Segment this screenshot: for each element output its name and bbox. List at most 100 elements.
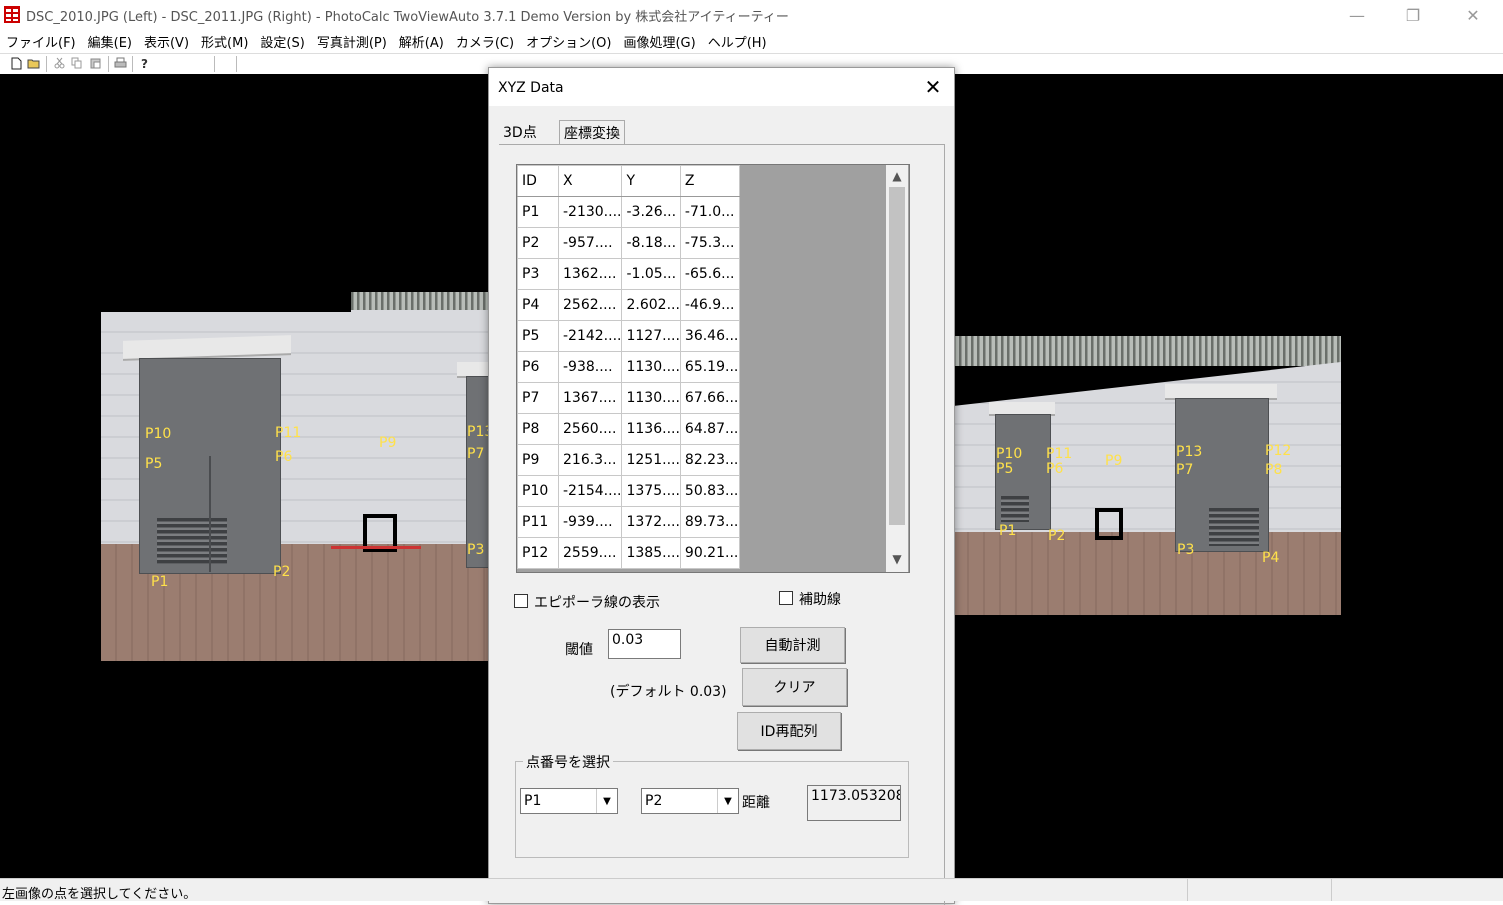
- table-row[interactable]: P1 -2130.... -3.26... -71.0...: [517, 196, 740, 228]
- cell-x[interactable]: 2562....: [557, 289, 623, 321]
- point-label[interactable]: P2: [273, 564, 290, 580]
- cell-y[interactable]: 2.602...: [621, 289, 681, 321]
- table-row[interactable]: P7 1367.... 1130.... 67.66...: [517, 382, 740, 414]
- close-button[interactable]: ✕: [1450, 0, 1496, 30]
- right-photo[interactable]: P10 P5 P11 P6 P9 P13 P7 P12 P8 P1 P2 P3 …: [953, 336, 1341, 615]
- cell-id[interactable]: P6: [517, 351, 559, 383]
- menu-options[interactable]: オプション(O): [520, 32, 617, 51]
- menu-image-processing[interactable]: 画像処理(G): [617, 32, 701, 51]
- chevron-down-icon[interactable]: ▼: [717, 789, 738, 813]
- point-label[interactable]: P11: [1046, 446, 1072, 462]
- point-label[interactable]: P7: [467, 446, 484, 462]
- cell-x[interactable]: 1362....: [557, 258, 623, 290]
- left-photo[interactable]: P10 P5 P11 P6 P9 P13 P7 P1 P2 P3: [101, 292, 491, 661]
- dialog-title-bar[interactable]: XYZ Data ✕: [489, 68, 954, 106]
- cell-x[interactable]: 216.3...: [557, 444, 623, 476]
- copy-icon[interactable]: [70, 56, 84, 70]
- cell-z[interactable]: -46.9...: [679, 289, 740, 321]
- cell-x[interactable]: 2560....: [557, 413, 623, 445]
- table-row[interactable]: P8 2560.... 1136.... 64.87...: [517, 413, 740, 445]
- table-row[interactable]: P6 -938.... 1130.... 65.19...: [517, 351, 740, 383]
- tab-coordinate-transform[interactable]: 座標変換: [559, 120, 625, 145]
- cell-y[interactable]: 1130....: [621, 382, 681, 414]
- table-row[interactable]: P5 -2142.... 1127.... 36.46...: [517, 320, 740, 352]
- print-icon[interactable]: [113, 56, 127, 70]
- cell-x[interactable]: -2142....: [557, 320, 623, 352]
- cell-id[interactable]: P5: [517, 320, 559, 352]
- cell-id[interactable]: P10: [517, 475, 559, 507]
- cell-x[interactable]: 2559....: [557, 537, 623, 569]
- point-label[interactable]: P1: [999, 523, 1016, 539]
- cell-id[interactable]: P1: [517, 196, 559, 228]
- menu-analysis[interactable]: 解析(A): [393, 32, 450, 51]
- cell-y[interactable]: 1385....: [621, 537, 681, 569]
- cell-id[interactable]: P7: [517, 382, 559, 414]
- column-header-x[interactable]: X: [557, 165, 623, 197]
- cell-z[interactable]: 89.73...: [679, 506, 740, 538]
- point-label[interactable]: P12: [1265, 443, 1291, 459]
- cell-id[interactable]: P9: [517, 444, 559, 476]
- table-row[interactable]: P11 -939.... 1372.... 89.73...: [517, 506, 740, 538]
- point-label[interactable]: P9: [379, 435, 396, 451]
- cell-x[interactable]: -2130....: [557, 196, 623, 228]
- cell-z[interactable]: 67.66...: [679, 382, 740, 414]
- point-label[interactable]: P4: [1262, 550, 1279, 566]
- grid-scrollbar[interactable]: ▲ ▼: [886, 165, 908, 572]
- cell-x[interactable]: -957....: [557, 227, 623, 259]
- point-label[interactable]: P3: [467, 542, 484, 558]
- column-header-y[interactable]: Y: [621, 165, 681, 197]
- cell-id[interactable]: P12: [517, 537, 559, 569]
- cell-y[interactable]: -3.26...: [621, 196, 681, 228]
- clear-button[interactable]: クリア: [742, 668, 847, 706]
- cell-y[interactable]: 1136....: [621, 413, 681, 445]
- new-file-icon[interactable]: [9, 56, 23, 70]
- point-label[interactable]: P13: [1176, 444, 1202, 460]
- dialog-close-icon[interactable]: ✕: [917, 74, 949, 100]
- cell-x[interactable]: -2154....: [557, 475, 623, 507]
- minimize-button[interactable]: —: [1334, 0, 1380, 30]
- cell-x[interactable]: 1367....: [557, 382, 623, 414]
- cell-id[interactable]: P8: [517, 413, 559, 445]
- menu-help[interactable]: ヘルプ(H): [702, 32, 773, 51]
- point-label[interactable]: P5: [145, 456, 162, 472]
- menu-view[interactable]: 表示(V): [138, 32, 195, 51]
- point-label[interactable]: P7: [1176, 462, 1193, 478]
- paste-icon[interactable]: [89, 56, 103, 70]
- chevron-down-icon[interactable]: ▼: [596, 789, 617, 813]
- cell-z[interactable]: 82.23...: [679, 444, 740, 476]
- threshold-input[interactable]: 0.03: [608, 629, 681, 659]
- table-row[interactable]: P9 216.3... 1251.... 82.23...: [517, 444, 740, 476]
- cell-y[interactable]: 1372....: [621, 506, 681, 538]
- aux-line-checkbox[interactable]: [779, 591, 793, 605]
- aux-line-label[interactable]: 補助線: [799, 589, 841, 609]
- xyz-data-grid[interactable]: ID X Y Z P1 -2130.... -3.26... -71.0... P2 -9…: [516, 164, 910, 573]
- cell-id[interactable]: P3: [517, 258, 559, 290]
- menu-settings[interactable]: 設定(S): [254, 32, 310, 51]
- tab-3d-points[interactable]: 3D点: [499, 120, 541, 144]
- cell-z[interactable]: 64.87...: [679, 413, 740, 445]
- cell-id[interactable]: P2: [517, 227, 559, 259]
- cell-z[interactable]: 50.83...: [679, 475, 740, 507]
- table-row[interactable]: P2 -957.... -8.18... -75.3...: [517, 227, 740, 259]
- point-b-select[interactable]: P2 ▼: [641, 788, 739, 814]
- help-icon[interactable]: ?: [137, 56, 151, 70]
- epipolar-label[interactable]: エピポーラ線の表示: [534, 592, 660, 612]
- scroll-up-icon[interactable]: ▲: [886, 167, 908, 185]
- table-row[interactable]: P3 1362.... -1.05... -65.6...: [517, 258, 740, 290]
- cell-y[interactable]: -1.05...: [621, 258, 681, 290]
- point-label[interactable]: P6: [1046, 461, 1063, 477]
- cell-id[interactable]: P4: [517, 289, 559, 321]
- scroll-thumb[interactable]: [889, 187, 905, 525]
- menu-file[interactable]: ファイル(F): [0, 32, 82, 51]
- cell-y[interactable]: 1251....: [621, 444, 681, 476]
- point-label[interactable]: P3: [1177, 542, 1194, 558]
- cell-z[interactable]: -65.6...: [679, 258, 740, 290]
- epipolar-checkbox[interactable]: [514, 594, 528, 608]
- open-folder-icon[interactable]: [27, 56, 41, 70]
- column-header-z[interactable]: Z: [679, 165, 740, 197]
- menu-photo-measure[interactable]: 写真計測(P): [311, 32, 393, 51]
- column-header-id[interactable]: ID: [517, 165, 559, 197]
- point-label[interactable]: P9: [1105, 453, 1122, 469]
- menu-camera[interactable]: カメラ(C): [450, 32, 520, 51]
- table-row[interactable]: P4 2562.... 2.602... -46.9...: [517, 289, 740, 321]
